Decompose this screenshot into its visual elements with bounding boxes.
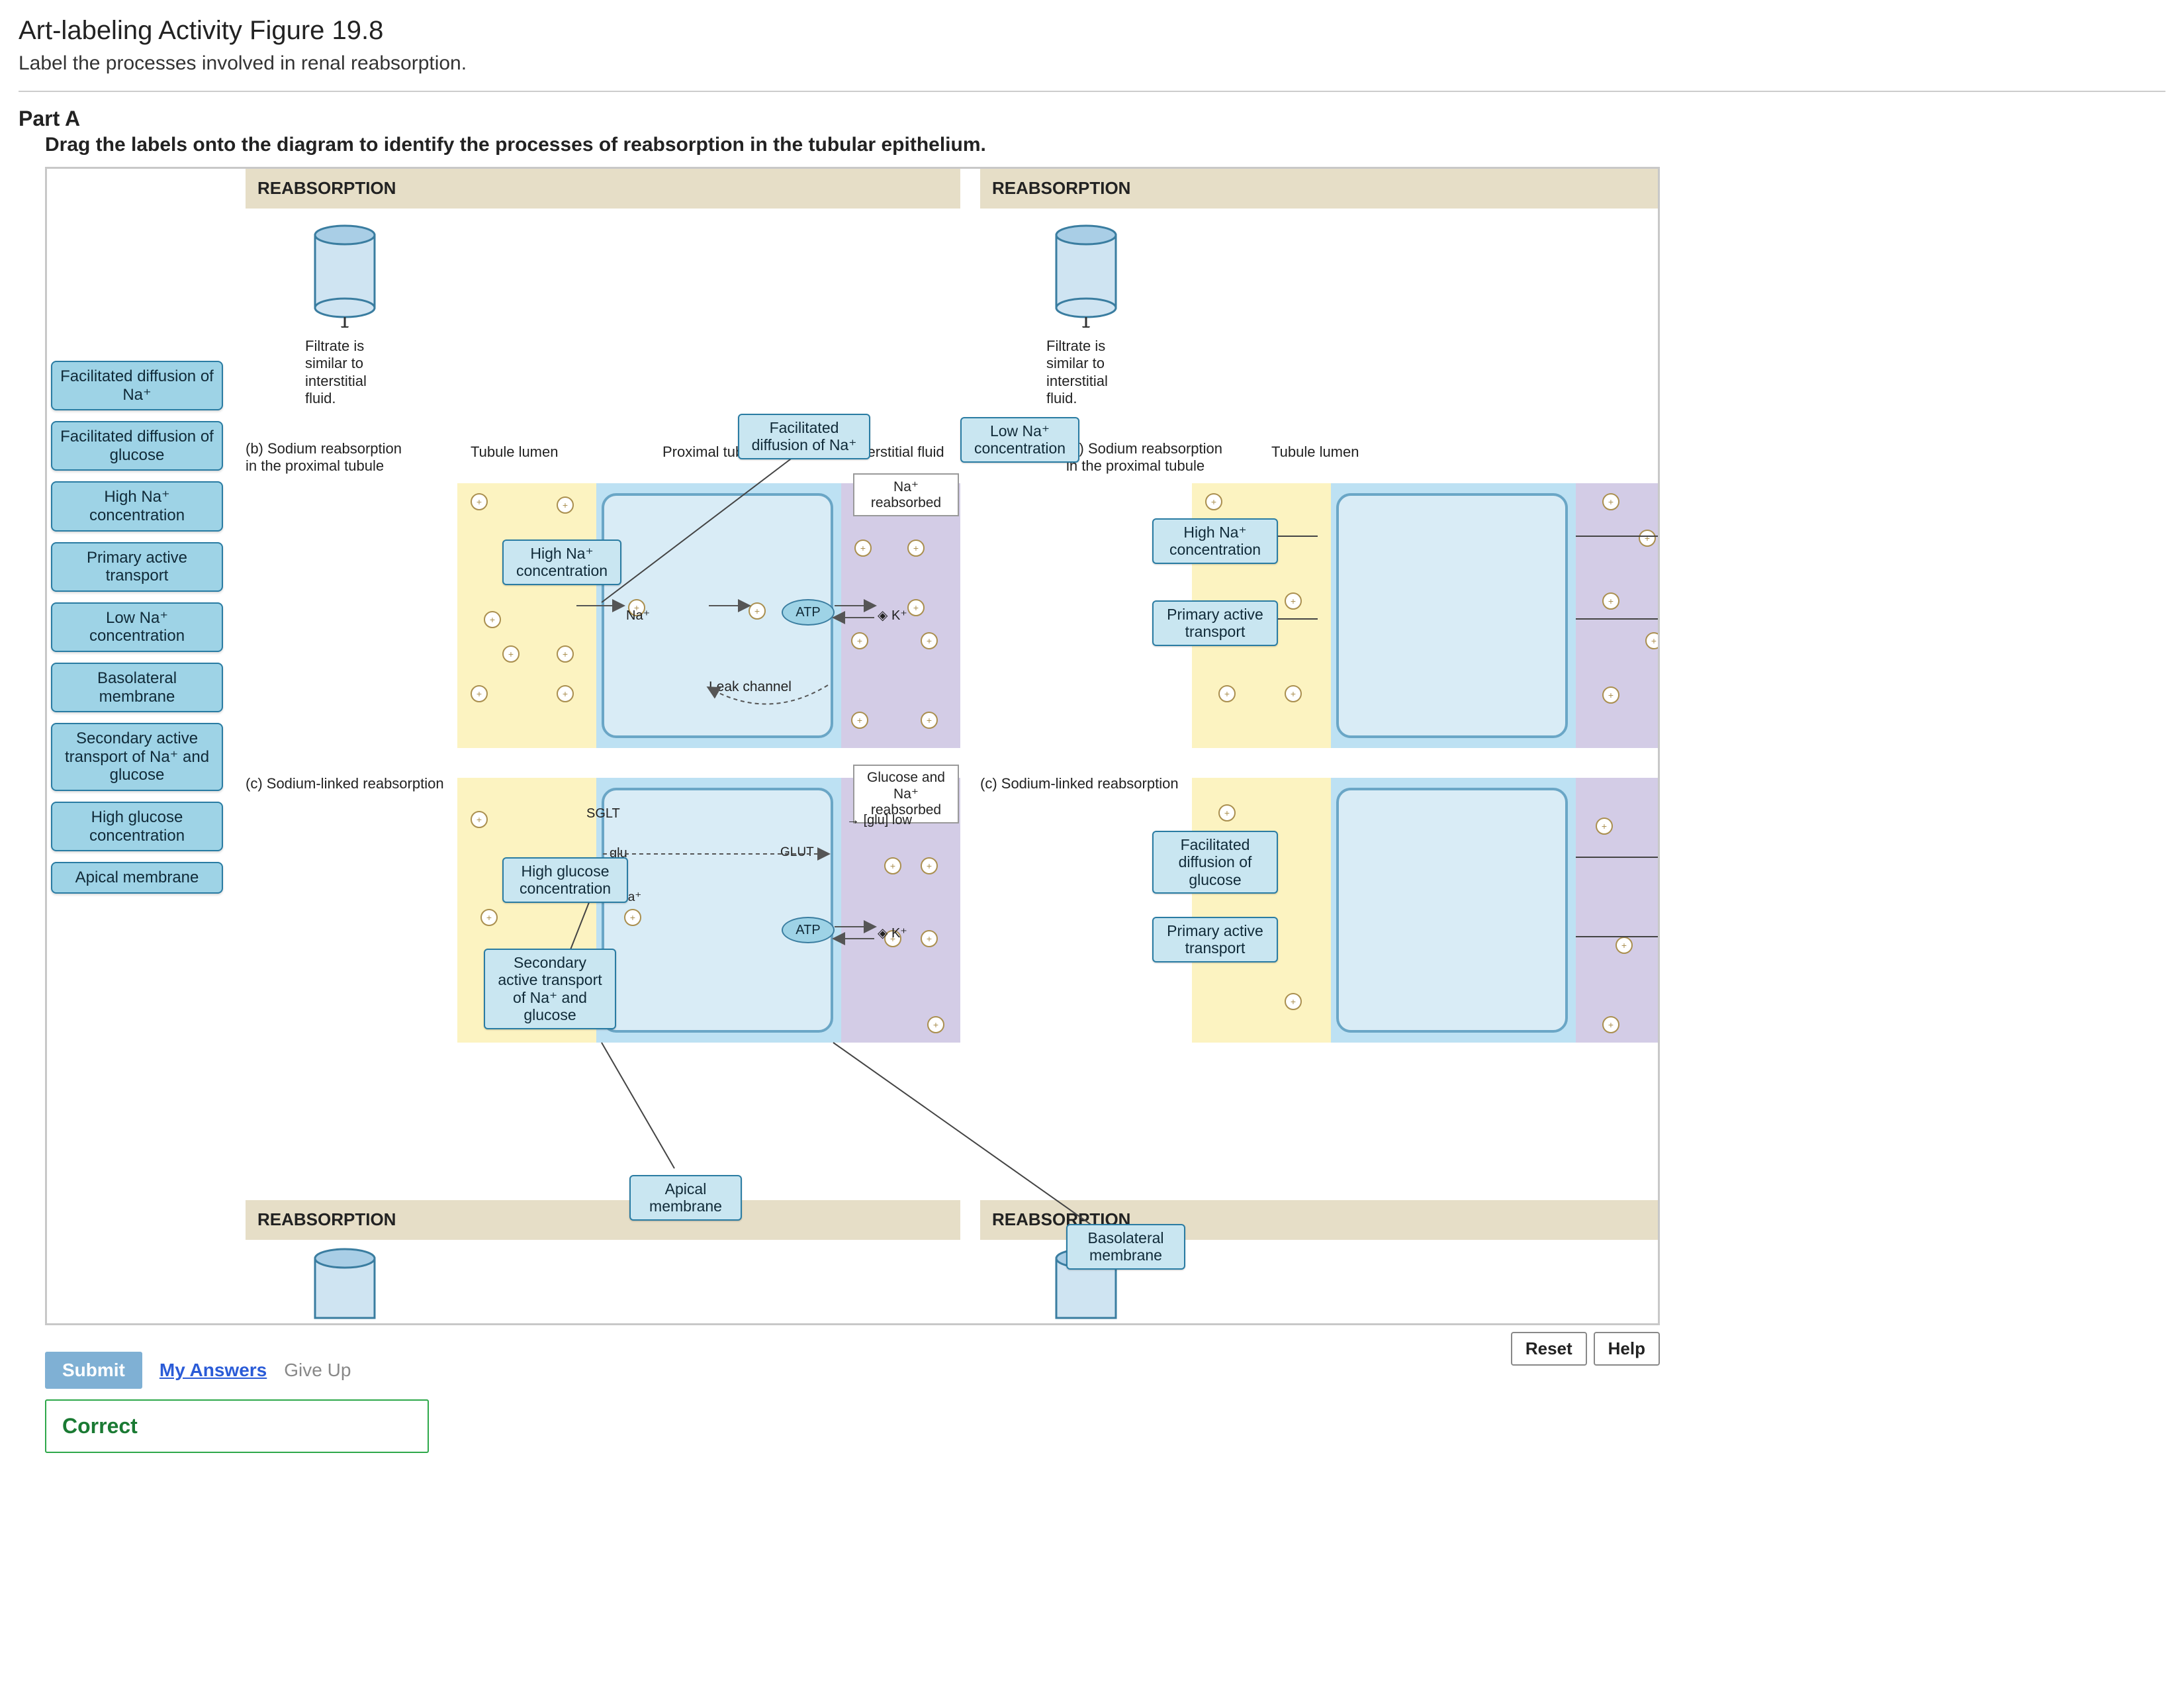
placed-high-na-concentration-left[interactable]: High Na⁺ concentration [502, 539, 621, 585]
correct-feedback: Correct [45, 1399, 429, 1453]
page-title: Art-labeling Activity Figure 19.8 [19, 16, 2165, 46]
placed-primary-active-transport-b[interactable]: Primary active transport [1152, 600, 1278, 646]
placed-basolateral-membrane[interactable]: Basolateral membrane [1066, 1224, 1185, 1270]
placed-primary-active-transport-c[interactable]: Primary active transport [1152, 917, 1278, 962]
my-answers-link[interactable]: My Answers [159, 1360, 267, 1381]
page-subtitle: Label the processes involved in renal re… [19, 52, 2165, 75]
give-up-link[interactable]: Give Up [284, 1360, 351, 1381]
placed-facilitated-diffusion-glucose[interactable]: Facilitated diffusion of glucose [1152, 831, 1278, 894]
placed-high-glucose-concentration[interactable]: High glucose concentration [502, 857, 628, 903]
part-a-label: Part A [19, 107, 2165, 131]
reset-button[interactable]: Reset [1511, 1332, 1587, 1366]
placed-low-na-concentration[interactable]: Low Na⁺ concentration [960, 417, 1079, 463]
placed-high-na-concentration-right[interactable]: High Na⁺ concentration [1152, 518, 1278, 564]
placed-secondary-active-transport[interactable]: Secondary active transport of Na⁺ and gl… [484, 949, 616, 1029]
help-button[interactable]: Help [1594, 1332, 1660, 1366]
diagram-canvas[interactable]: REABSORPTION REABSORPTION REABSORPTION R… [45, 167, 1660, 1325]
instruction-text: Drag the labels onto the diagram to iden… [45, 134, 2165, 156]
divider [19, 91, 2165, 92]
submit-button[interactable]: Submit [45, 1352, 142, 1389]
placed-facilitated-diffusion-na[interactable]: Facilitated diffusion of Na⁺ [738, 414, 870, 459]
connectors [47, 169, 1660, 1325]
placed-apical-membrane[interactable]: Apical membrane [629, 1175, 742, 1221]
